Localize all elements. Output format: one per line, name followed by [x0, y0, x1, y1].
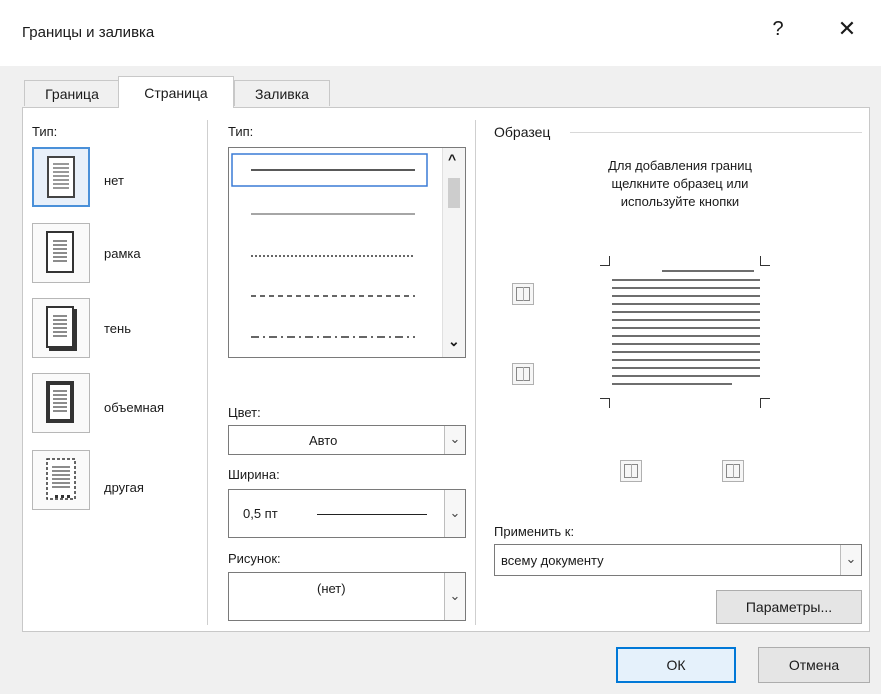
separator-right [475, 120, 476, 625]
preview-text-line [612, 295, 760, 297]
title-bar: Границы и заливка ? ✕ [0, 0, 881, 66]
apply-to-label: Применить к: [494, 524, 575, 539]
close-button[interactable]: ✕ [835, 16, 859, 42]
preview-hint-3: используйте кнопки [620, 194, 740, 209]
options-button-label: Параметры... [745, 599, 833, 615]
chevron-down-icon[interactable]: ⌄ [444, 573, 465, 620]
setting-shadow-icon[interactable] [32, 298, 90, 358]
preview-label: Образец [494, 124, 551, 140]
line-styles [231, 153, 428, 338]
cancel-button-label: Отмена [788, 657, 840, 673]
bottom-border-button[interactable] [512, 363, 534, 385]
preview-text-line [612, 319, 760, 321]
crop-mark-bottom-left [600, 398, 610, 408]
right-border-button[interactable] [722, 460, 744, 482]
preview-hint-1: Для добавления границ [608, 158, 752, 173]
page-shadow-icon [46, 306, 74, 348]
line-style-list[interactable]: ^ ⌄ [228, 147, 466, 358]
text-lines-icon [53, 315, 67, 337]
setting-custom-icon[interactable] [32, 450, 90, 510]
apply-to-select[interactable]: всему документу ⌄ [494, 544, 862, 576]
text-lines-icon [53, 390, 67, 412]
borders-and-shading-dialog: Границы и заливка ? ✕ Граница Страница З… [0, 0, 881, 694]
setting-3d-label[interactable]: объемная [104, 400, 164, 415]
preview-text-line [612, 359, 760, 361]
art-select[interactable]: (нет) ⌄ [228, 572, 466, 621]
color-label: Цвет: [228, 405, 261, 420]
setting-3d-icon[interactable] [32, 373, 90, 433]
tab-shading-label: Заливка [255, 86, 309, 102]
art-value: (нет) [317, 581, 346, 596]
art-label: Рисунок: [228, 551, 281, 566]
tab-border[interactable]: Граница [24, 80, 120, 106]
chevron-down-icon[interactable]: ⌄ [840, 545, 861, 575]
width-label: Ширина: [228, 467, 280, 482]
setting-none-label[interactable]: нет [104, 173, 124, 188]
dialog-title: Границы и заливка [22, 24, 155, 41]
scroll-up-button[interactable]: ^ [448, 151, 456, 167]
page-none-icon [47, 156, 75, 198]
crop-mark-top-right [760, 256, 770, 266]
help-button[interactable]: ? [768, 18, 788, 41]
preview-heading-rule [570, 132, 862, 133]
crop-mark-bottom-right [760, 398, 770, 408]
left-border-button[interactable] [620, 460, 642, 482]
page-3d-icon [46, 381, 74, 423]
apply-to-value: всему документу [501, 553, 604, 568]
setting-box-label[interactable]: рамка [104, 246, 141, 261]
tab-page-border-label: Страница [144, 85, 208, 101]
preview-text-line [612, 383, 732, 385]
preview-text-line [612, 375, 760, 377]
preview-page[interactable] [596, 252, 776, 414]
preview-text-line [612, 279, 760, 281]
tab-page-border[interactable]: Страница [118, 76, 234, 108]
setting-none-icon[interactable] [32, 147, 90, 207]
color-select[interactable]: Авто ⌄ [228, 425, 466, 455]
text-lines-icon [53, 240, 67, 262]
width-select[interactable]: 0,5 пт ⌄ [228, 489, 466, 538]
page-box-icon [46, 231, 74, 273]
preview-text-line [612, 311, 760, 313]
preview-text-line [612, 351, 760, 353]
cancel-button[interactable]: Отмена [758, 647, 870, 683]
top-border-button[interactable] [512, 283, 534, 305]
text-lines-icon [53, 163, 69, 189]
style-label: Тип: [228, 124, 254, 139]
preview-text-line [612, 335, 760, 337]
width-preview-line [317, 514, 427, 515]
preview-text-line [612, 287, 760, 289]
preview-hint-2: щелкните образец или [611, 176, 749, 191]
ok-button-label: ОК [666, 657, 686, 673]
custom-border-icon [46, 458, 76, 500]
preview-text-line [662, 270, 754, 272]
chevron-down-icon[interactable]: ⌄ [444, 426, 465, 454]
preview-text-line [612, 367, 760, 369]
line-style-scrollbar[interactable]: ^ ⌄ [442, 148, 465, 357]
setting-box-icon[interactable] [32, 223, 90, 283]
width-value: 0,5 пт [243, 506, 278, 521]
tab-border-label: Граница [45, 86, 99, 102]
tab-shading[interactable]: Заливка [234, 80, 330, 106]
setting-shadow-label[interactable]: тень [104, 321, 131, 336]
separator-left [207, 120, 208, 625]
scroll-down-button[interactable]: ⌄ [448, 333, 460, 350]
preview-text-line [612, 327, 760, 329]
crop-mark-top-left [600, 256, 610, 266]
ok-button[interactable]: ОК [616, 647, 736, 683]
scroll-thumb[interactable] [448, 178, 460, 208]
preview-text-line [612, 343, 760, 345]
setting-label: Тип: [32, 124, 58, 139]
chevron-down-icon[interactable]: ⌄ [444, 490, 465, 537]
options-button[interactable]: Параметры... [716, 590, 862, 624]
preview-text-line [612, 303, 760, 305]
color-value: Авто [309, 433, 338, 448]
setting-custom-label[interactable]: другая [104, 480, 144, 495]
